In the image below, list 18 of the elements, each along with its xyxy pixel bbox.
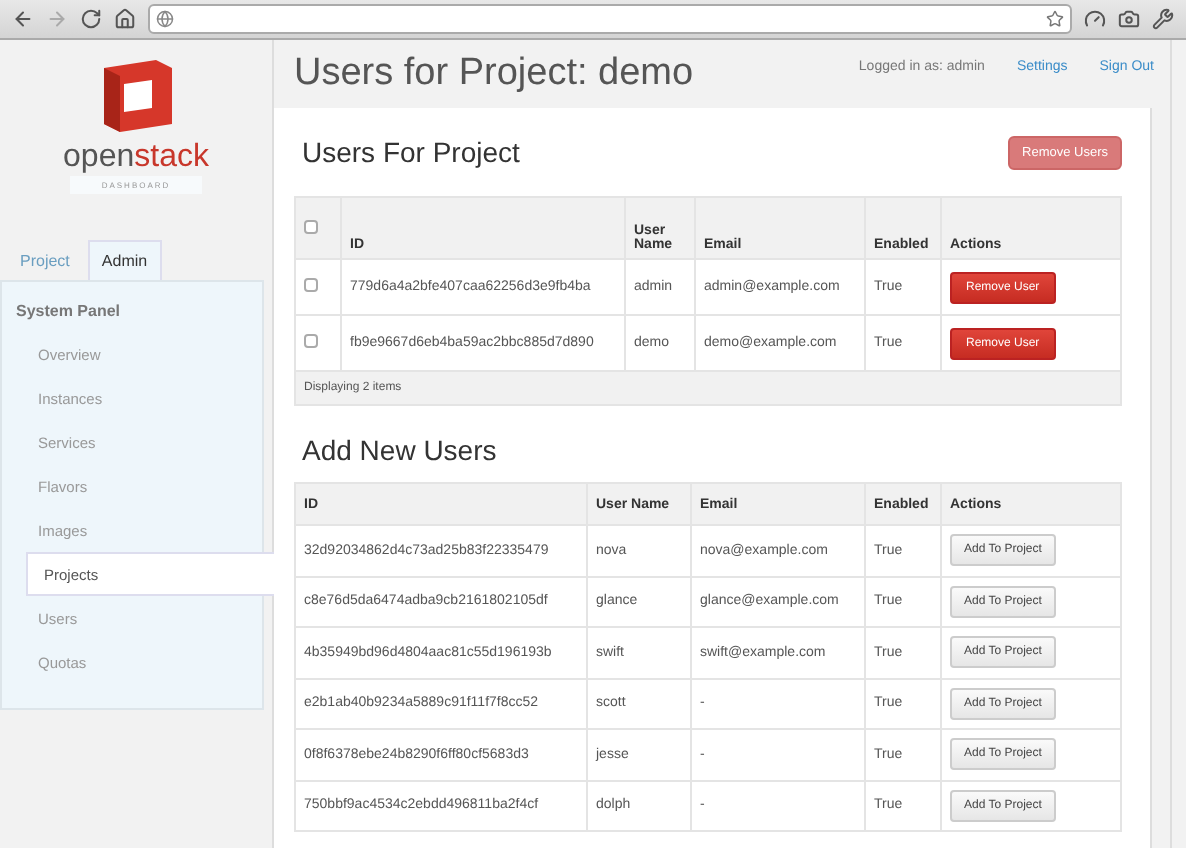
checkbox[interactable]	[304, 334, 318, 348]
camera-icon[interactable]	[1118, 8, 1140, 30]
reload-icon[interactable]	[80, 8, 102, 30]
back-icon[interactable]	[12, 8, 34, 30]
star-icon[interactable]	[1046, 10, 1064, 28]
page-title: Users for Project: demo	[294, 52, 694, 96]
section-title: Add New Users	[300, 434, 497, 466]
panel-title: System Panel	[14, 302, 123, 320]
checkbox[interactable]	[304, 278, 318, 292]
sidebar-tab[interactable]: Project	[6, 240, 84, 280]
checkbox[interactable]	[304, 219, 318, 233]
sidebar-tab[interactable]: Admin	[87, 240, 162, 280]
section-title: Users For Project	[300, 136, 520, 168]
logo-wordmark: openstack	[63, 140, 209, 176]
settings-icon[interactable]	[1152, 8, 1174, 30]
gauge-icon[interactable]	[1084, 8, 1106, 30]
home-icon[interactable]	[114, 8, 136, 30]
globe-icon	[156, 10, 174, 28]
